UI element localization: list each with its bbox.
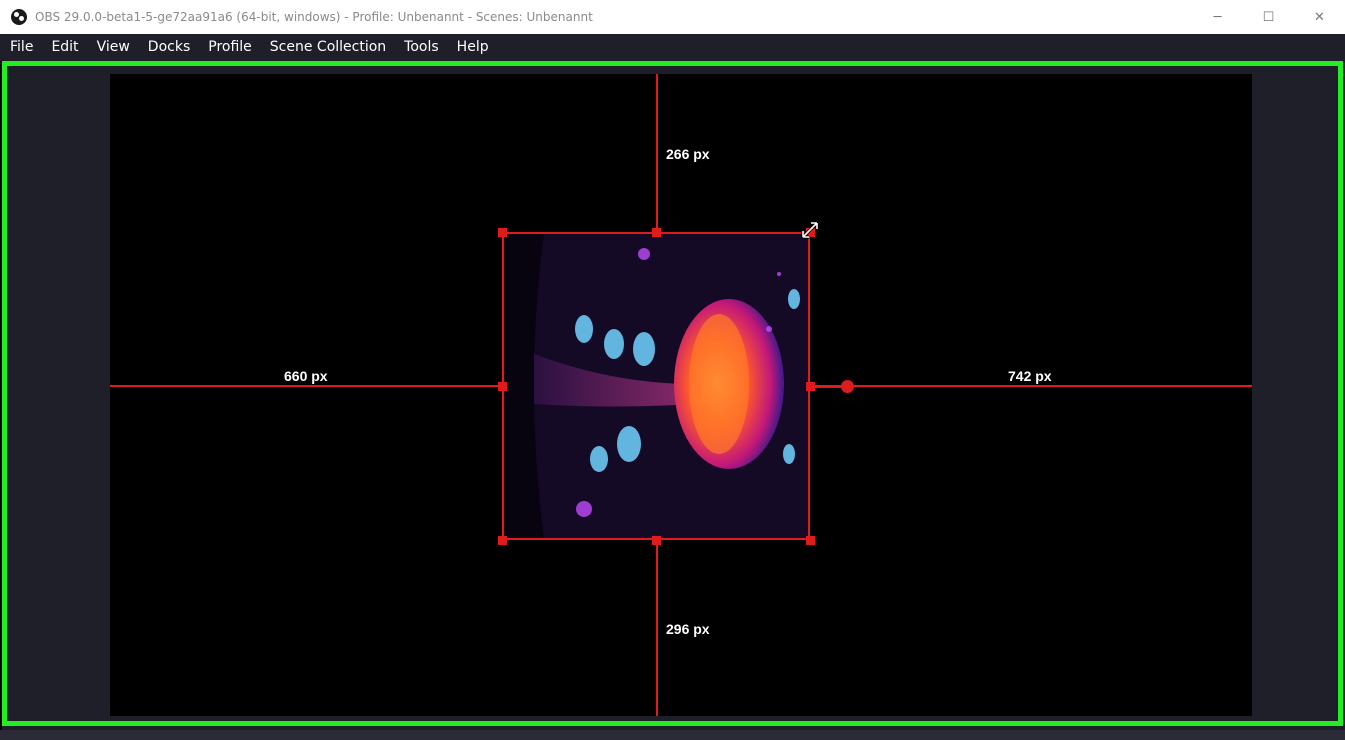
menu-edit[interactable]: Edit	[42, 34, 87, 60]
minimize-button[interactable]: ─	[1192, 0, 1243, 34]
menu-bar: File Edit View Docks Profile Scene Colle…	[0, 34, 1345, 60]
window-controls: ─ ☐ ✕	[1192, 0, 1345, 34]
menu-scene-collection[interactable]: Scene Collection	[261, 34, 395, 60]
preview-focus-border	[2, 61, 1343, 726]
window-title: OBS 29.0.0-beta1-5-ge72aa91a6 (64-bit, w…	[35, 10, 593, 24]
menu-profile[interactable]: Profile	[199, 34, 261, 60]
menu-file[interactable]: File	[0, 34, 42, 60]
menu-view[interactable]: View	[88, 34, 139, 60]
maximize-button[interactable]: ☐	[1243, 0, 1294, 34]
menu-tools[interactable]: Tools	[395, 34, 448, 60]
menu-docks[interactable]: Docks	[139, 34, 199, 60]
obs-logo-icon	[11, 9, 27, 25]
bottom-dock-strip	[0, 730, 1345, 740]
close-button[interactable]: ✕	[1294, 0, 1345, 34]
menu-help[interactable]: Help	[448, 34, 498, 60]
title-bar: OBS 29.0.0-beta1-5-ge72aa91a6 (64-bit, w…	[0, 0, 1345, 34]
